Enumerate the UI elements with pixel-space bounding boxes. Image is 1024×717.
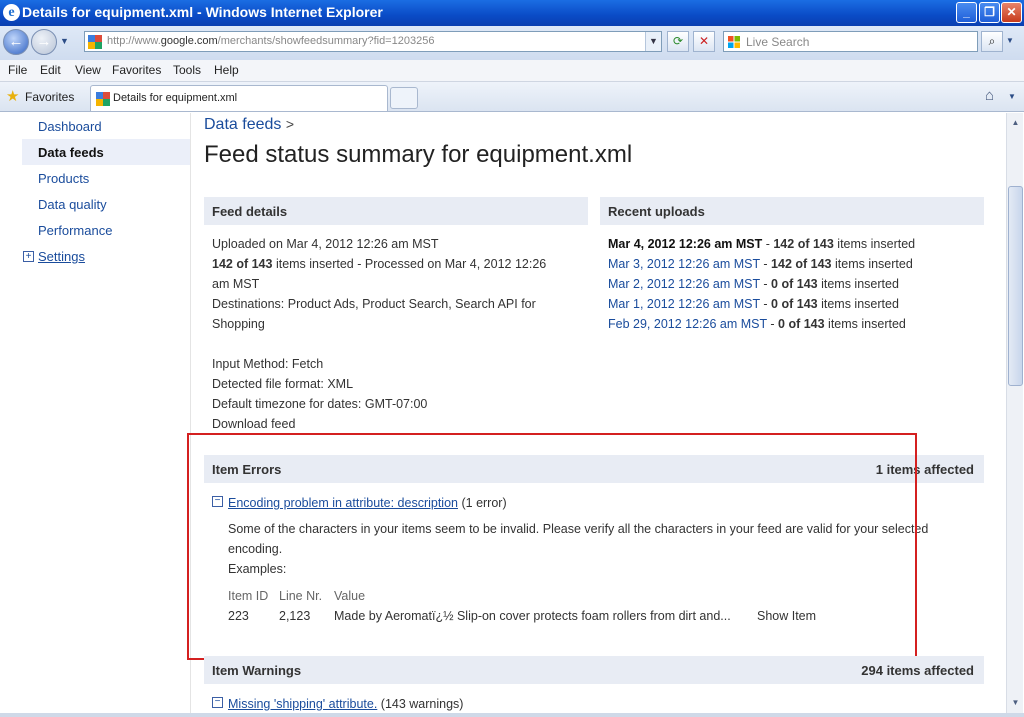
upload-row: Mar 1, 2012 12:26 am MST - 0 of 143 item… xyxy=(608,297,899,311)
search-options-dropdown-icon[interactable]: ▼ xyxy=(1006,36,1014,45)
minimize-button[interactable]: _ xyxy=(956,2,977,23)
upload-row: Mar 4, 2012 12:26 am MST - 142 of 143 it… xyxy=(608,237,916,251)
browser-tab[interactable]: Details for equipment.xml xyxy=(90,85,388,111)
nav-dashboard[interactable]: Dashboard xyxy=(38,119,102,134)
new-tab-button[interactable] xyxy=(390,87,418,109)
scroll-down-icon[interactable]: ▼ xyxy=(1008,695,1023,711)
close-button[interactable]: ✕ xyxy=(1001,2,1022,23)
left-navigation: Dashboard Data feeds Products Data quali… xyxy=(0,113,191,713)
address-bar[interactable]: http://www.google.com/merchants/showfeed… xyxy=(84,31,662,52)
forward-button[interactable]: → xyxy=(31,29,57,55)
menu-help[interactable]: Help xyxy=(214,63,239,77)
item-warnings-heading: Item Warnings 294 items affected xyxy=(204,656,984,684)
upload-row: Mar 2, 2012 12:26 am MST - 0 of 143 item… xyxy=(608,277,899,291)
upload-row: Feb 29, 2012 12:26 am MST - 0 of 143 ite… xyxy=(608,317,906,331)
search-icon[interactable]: ⌕ xyxy=(981,31,1003,52)
download-feed-link[interactable]: Download feed xyxy=(212,414,592,434)
warning-problem-row: Missing 'shipping' attribute. (143 warni… xyxy=(228,697,464,711)
uploaded-text: Uploaded on Mar 4, 2012 12:26 am MST xyxy=(212,237,439,251)
menu-tools[interactable]: Tools xyxy=(173,63,201,77)
back-button[interactable]: ← xyxy=(3,29,29,55)
ie-logo-icon: e xyxy=(3,4,20,21)
nav-settings[interactable]: Settings xyxy=(38,249,85,264)
input-method-text: Input Method: Fetch xyxy=(212,357,324,371)
page-title: Feed status summary for equipment.xml xyxy=(204,141,633,168)
menu-file[interactable]: File xyxy=(8,63,27,77)
recent-uploads-heading: Recent uploads xyxy=(600,197,984,225)
breadcrumb: Data feeds > xyxy=(204,116,295,133)
expand-plus-icon[interactable]: + xyxy=(23,251,34,262)
upload-date-link[interactable]: Feb 29, 2012 12:26 am MST xyxy=(608,317,767,331)
upload-row: Mar 3, 2012 12:26 am MST - 142 of 143 it… xyxy=(608,257,913,271)
timezone-text: Default timezone for dates: GMT-07:00 xyxy=(212,397,428,411)
nav-products[interactable]: Products xyxy=(38,171,89,186)
title-bar: e Details for equipment.xml - Windows In… xyxy=(0,0,1024,26)
menu-favorites[interactable]: Favorites xyxy=(112,63,161,77)
collapse-minus-icon[interactable]: − xyxy=(212,697,223,708)
page-content: Dashboard Data feeds Products Data quali… xyxy=(0,113,1006,713)
menu-view[interactable]: View xyxy=(75,63,101,77)
menu-bar: File Edit View Favorites Tools Help xyxy=(0,60,1024,82)
address-dropdown-icon[interactable]: ▼ xyxy=(645,32,661,51)
live-search-logo-icon xyxy=(728,36,740,48)
warnings-affected-count: 294 items affected xyxy=(861,663,974,678)
feed-details-heading: Feed details xyxy=(204,197,588,225)
address-toolbar: ← → ▼ http://www.google.com/merchants/sh… xyxy=(0,26,1024,60)
maximize-button[interactable]: ❐ xyxy=(979,2,1000,23)
nav-data-quality[interactable]: Data quality xyxy=(38,197,107,212)
inserted-text: 142 of 143 items inserted - Processed on… xyxy=(212,257,547,271)
nav-data-feeds[interactable]: Data feeds xyxy=(38,145,104,160)
upload-date-link[interactable]: Mar 3, 2012 12:26 am MST xyxy=(608,257,760,271)
upload-date-link[interactable]: Mar 1, 2012 12:26 am MST xyxy=(608,297,760,311)
home-dropdown-icon[interactable]: ▼ xyxy=(1008,92,1016,101)
nav-performance[interactable]: Performance xyxy=(38,223,112,238)
home-icon[interactable]: ⌂ xyxy=(985,87,994,104)
history-dropdown-icon[interactable]: ▼ xyxy=(60,36,69,46)
feed-details-body: Uploaded on Mar 4, 2012 12:26 am MST 142… xyxy=(212,234,592,434)
google-favicon-icon xyxy=(96,92,110,106)
refresh-button[interactable]: ⟳ xyxy=(667,31,689,52)
upload-date-link[interactable]: Mar 2, 2012 12:26 am MST xyxy=(608,277,760,291)
warning-problem-link[interactable]: Missing 'shipping' attribute. xyxy=(228,697,377,711)
window-bottom-edge xyxy=(0,713,1024,717)
google-favicon-icon xyxy=(88,35,102,49)
scroll-up-icon[interactable]: ▲ xyxy=(1008,115,1023,131)
menu-edit[interactable]: Edit xyxy=(40,63,61,77)
destinations-text: Destinations: Product Ads, Product Searc… xyxy=(212,297,536,311)
scroll-thumb[interactable] xyxy=(1008,186,1023,386)
window-title: Details for equipment.xml - Windows Inte… xyxy=(22,4,383,20)
file-format-text: Detected file format: XML xyxy=(212,377,354,391)
vertical-scrollbar[interactable]: ▲ ▼ xyxy=(1006,113,1023,713)
tab-title: Details for equipment.xml xyxy=(113,92,238,104)
search-input[interactable]: Live Search xyxy=(723,31,978,52)
highlight-box xyxy=(187,433,917,660)
url-text: http://www.google.com/merchants/showfeed… xyxy=(107,35,435,47)
breadcrumb-data-feeds-link[interactable]: Data feeds xyxy=(204,116,281,133)
favorites-bar: ★ Favorites Details for equipment.xml ⌂ … xyxy=(0,82,1024,112)
stop-button[interactable]: ✕ xyxy=(693,31,715,52)
favorites-star-icon: ★ xyxy=(6,88,20,105)
recent-uploads-list: Mar 4, 2012 12:26 am MST - 142 of 143 it… xyxy=(608,234,988,334)
favorites-button[interactable]: Favorites xyxy=(25,90,74,104)
